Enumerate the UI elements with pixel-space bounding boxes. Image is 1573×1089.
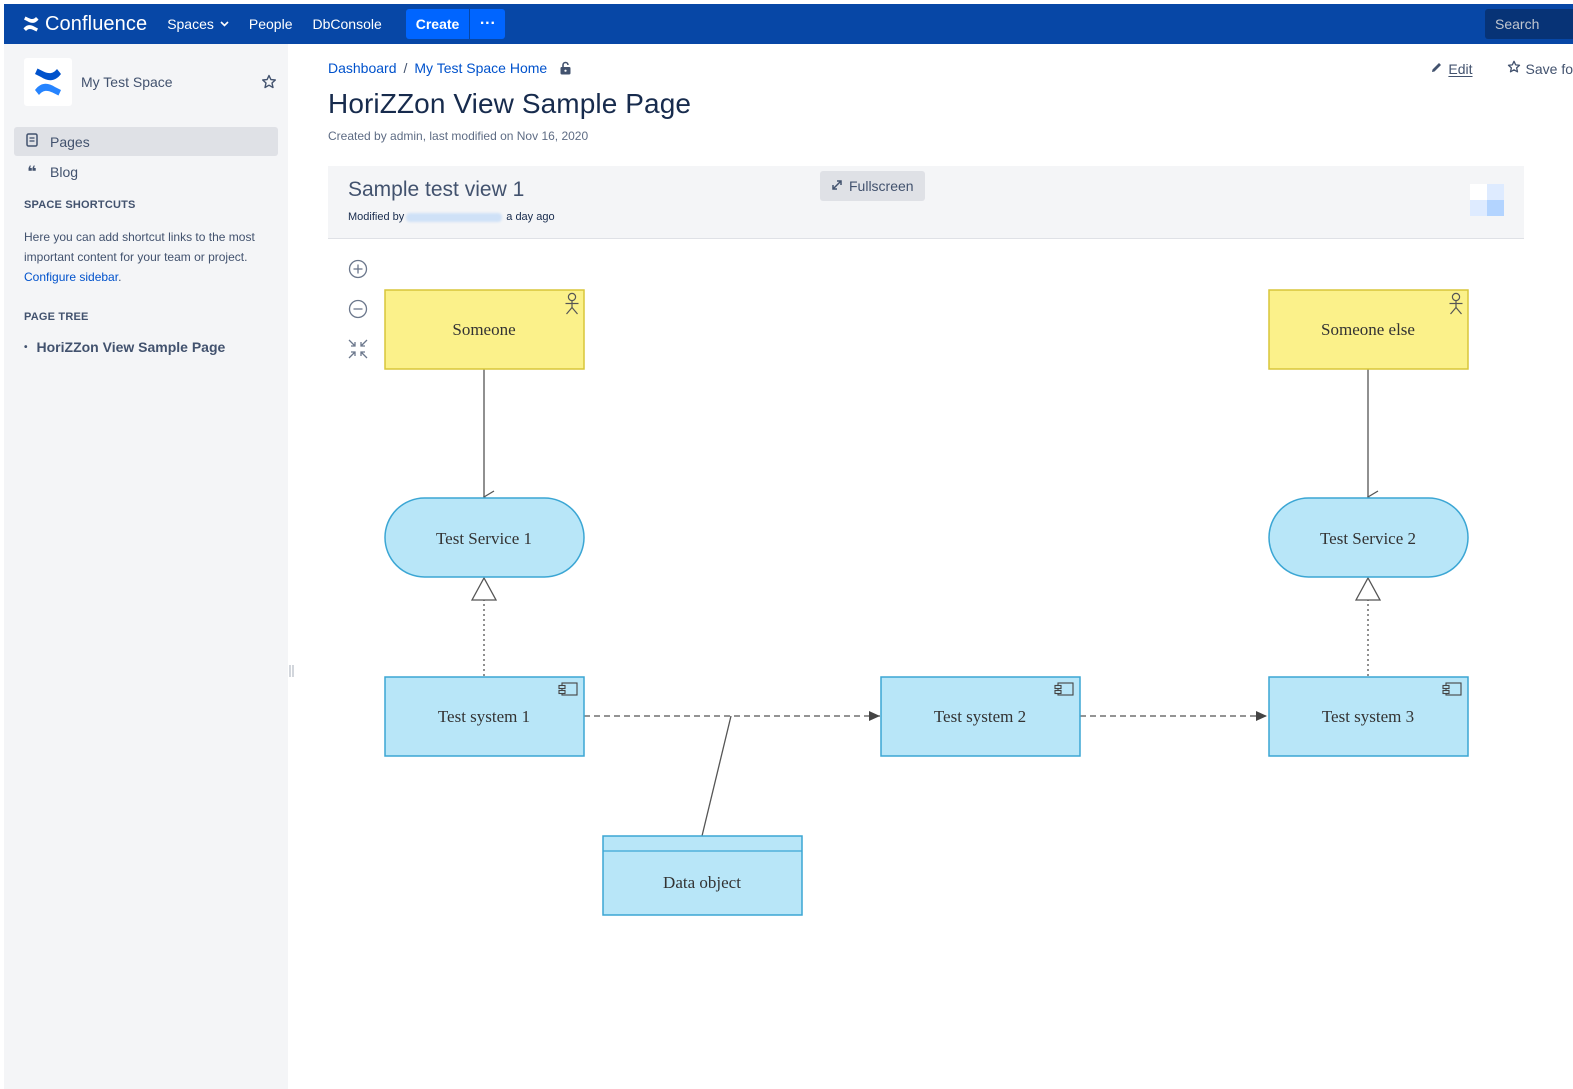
edit-button[interactable]: Edit [1430, 60, 1473, 77]
sidebar-item-label: Pages [50, 133, 90, 150]
association-connector[interactable] [701, 715, 732, 837]
nav-people[interactable]: People [249, 16, 293, 32]
page-tree-item-label: HoriZZon View Sample Page [36, 339, 226, 355]
create-more-button[interactable]: ··· [469, 9, 506, 39]
expand-arrows-icon [831, 179, 843, 194]
breadcrumb: Dashboard / My Test Space Home [328, 60, 572, 76]
space-name[interactable]: My Test Space [81, 74, 173, 90]
nav-spaces-label: Spaces [167, 16, 214, 32]
nav-spaces[interactable]: Spaces [167, 16, 229, 32]
window-left-edge [0, 0, 4, 1089]
realization-arrowhead-2 [1354, 576, 1382, 601]
node-label: Test system 2 [934, 707, 1026, 726]
node-label: Someone [452, 320, 515, 339]
page-tree-heading: PAGE TREE [24, 311, 89, 323]
sidebar-item-blog[interactable]: ❝ Blog [14, 157, 278, 186]
page-tree-item[interactable]: • HoriZZon View Sample Page [24, 339, 225, 355]
node-label: Test system 1 [438, 707, 530, 726]
save-for-later-button[interactable]: Save fo [1507, 60, 1573, 77]
breadcrumb-space-home[interactable]: My Test Space Home [414, 60, 547, 76]
node-someone-else[interactable]: Someone else [1268, 289, 1469, 370]
node-test-system-1[interactable]: Test system 1 [384, 676, 585, 757]
node-someone[interactable]: Someone [384, 289, 585, 370]
node-label: Someone else [1321, 320, 1415, 339]
page-actions: Edit Save fo [1430, 60, 1573, 77]
page-metadata: Created by admin, last modified on Nov 1… [328, 129, 589, 143]
node-label: Test Service 2 [1320, 529, 1416, 548]
view-title: Sample test view 1 [348, 178, 525, 201]
star-icon [1507, 60, 1521, 77]
star-icon[interactable] [261, 74, 277, 95]
pages-icon [24, 133, 40, 150]
minimap-icon[interactable] [1470, 184, 1504, 216]
space-header[interactable]: My Test Space [24, 58, 173, 106]
node-test-service-2[interactable]: Test Service 2 [1268, 497, 1469, 578]
component-icon [1054, 682, 1074, 696]
breadcrumb-dashboard[interactable]: Dashboard [328, 60, 397, 76]
node-label: Test system 3 [1322, 707, 1414, 726]
blurred-username [406, 212, 503, 222]
create-button[interactable]: Create [405, 9, 470, 39]
sidebar-resize-handle-icon[interactable] [289, 664, 294, 681]
shortcuts-description: Here you can add shortcut links to the m… [24, 230, 255, 264]
node-label: Test Service 1 [436, 529, 532, 548]
page-title: HoriZZon View Sample Page [328, 88, 692, 119]
app-window: Confluence Spaces People DbConsole Creat… [0, 0, 1573, 1089]
view-modified-info: Modified by a day ago [348, 211, 555, 223]
search-input[interactable]: Search [1485, 9, 1573, 39]
pencil-icon [1430, 61, 1443, 77]
blog-quote-icon: ❝ [27, 163, 37, 181]
breadcrumb-separator: / [403, 60, 408, 76]
component-icon [1442, 682, 1462, 696]
fullscreen-label: Fullscreen [849, 178, 914, 194]
unlock-icon[interactable] [559, 61, 572, 75]
configure-sidebar-period: . [118, 270, 122, 284]
sidebar-item-pages[interactable]: Pages [14, 127, 278, 156]
bullet-icon: • [24, 341, 28, 353]
space-shortcuts-text: Here you can add shortcut links to the m… [24, 227, 276, 287]
modified-prefix: Modified by [348, 211, 405, 223]
modified-suffix: a day ago [506, 211, 555, 223]
logo-text: Confluence [45, 12, 148, 35]
save-for-later-label: Save fo [1525, 60, 1573, 77]
node-test-system-2[interactable]: Test system 2 [880, 676, 1081, 757]
component-icon [558, 682, 578, 696]
sidebar-item-label: Blog [50, 163, 79, 180]
confluence-logo[interactable]: Confluence [22, 13, 147, 36]
node-test-service-1[interactable]: Test Service 1 [384, 497, 585, 578]
node-label: Data object [663, 873, 741, 892]
diagram-svg: Someone Someone else Test Service 1 Test… [384, 289, 1469, 916]
top-navigation-bar: Confluence Spaces People DbConsole Creat… [4, 4, 1573, 44]
horizzon-view-header: Sample test view 1 Modified by a day ago… [328, 166, 1524, 239]
configure-sidebar-link[interactable]: Configure sidebar [24, 270, 118, 284]
space-shortcuts-heading: SPACE SHORTCUTS [24, 199, 136, 211]
node-test-system-3[interactable]: Test system 3 [1268, 676, 1469, 757]
chevron-down-icon [220, 19, 229, 30]
nav-dbconsole[interactable]: DbConsole [312, 16, 381, 32]
space-logo-icon[interactable] [24, 58, 72, 106]
realization-arrowhead-1 [470, 576, 498, 601]
confluence-logo-icon [23, 16, 39, 32]
space-sidebar: My Test Space Pages ❝ Blog SPACE SHORTCU… [4, 44, 288, 1089]
fullscreen-button[interactable]: Fullscreen [820, 171, 925, 201]
node-data-object[interactable]: Data object [602, 835, 803, 916]
diagram-canvas[interactable]: Someone Someone else Test Service 1 Test… [328, 240, 1524, 1089]
edit-label: Edit [1448, 60, 1473, 77]
